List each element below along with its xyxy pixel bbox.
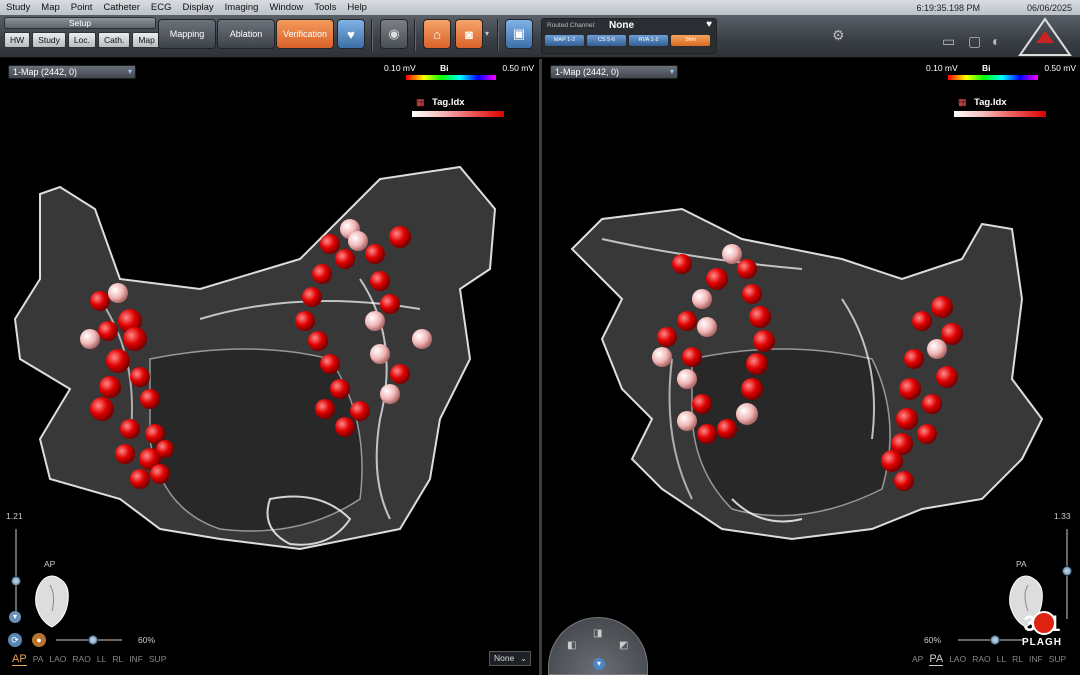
menu-ecg[interactable]: ECG <box>151 2 172 13</box>
opacity-percent-right: 60% <box>924 635 942 645</box>
view-ll[interactable]: LL <box>997 654 1006 664</box>
date: 06/06/2025 <box>1026 2 1072 13</box>
anatomy-shell-left[interactable] <box>0 59 539 675</box>
camera-icon: ◙ <box>465 26 473 42</box>
catheter-icon[interactable]: ◩ <box>619 640 628 651</box>
view-rao[interactable]: RAO <box>72 654 90 664</box>
view-inf[interactable]: INF <box>129 654 143 664</box>
opacity-slider-knob[interactable] <box>88 635 98 645</box>
menu-catheter[interactable]: Catheter <box>103 2 139 13</box>
orientation-label-left: AP <box>44 559 56 569</box>
settings-gear-icon[interactable]: ⚙ <box>832 27 845 44</box>
toolbar-separator <box>414 19 415 51</box>
hospital-logo: 301 PLAGH <box>1012 611 1072 669</box>
view-pa[interactable]: PA <box>929 653 944 666</box>
chevron-down-icon: ⌄ <box>520 654 527 663</box>
snapshot-dropdown-chevron-icon[interactable]: ▾ <box>485 29 489 38</box>
overlay-dropdown-left[interactable]: None ⌄ <box>489 651 531 666</box>
heart-small-icon: ♥ <box>706 19 712 30</box>
menu-help[interactable]: Help <box>347 2 367 13</box>
record-icon: ◉ <box>388 26 400 41</box>
zoom-value-right: 1.33 <box>1054 511 1071 521</box>
loc-button[interactable]: Loc. <box>67 32 96 48</box>
patch-icon: ▢ <box>968 33 982 49</box>
view-rl[interactable]: RL <box>112 654 123 664</box>
channel-cs-5-6[interactable]: CS 5-6 <box>587 35 626 46</box>
study-button[interactable]: Study <box>32 32 66 48</box>
opacity-percent-left: 60% <box>138 635 156 645</box>
toolbar-separator <box>497 19 498 51</box>
monitor-icon: ▣ <box>512 26 526 41</box>
map-panel-right[interactable]: 1-Map (2442, 0) ▾ 0.10 mV Bi 0.50 mV ▦ T… <box>542 59 1080 675</box>
menu-imaging[interactable]: Imaging <box>225 2 259 13</box>
verification-button[interactable]: Verification <box>276 19 334 49</box>
display-monitor-icon: ▭ <box>942 33 956 49</box>
magnet-icon: ◐ <box>992 33 1001 49</box>
setup-group: Setup HW Study Loc. Cath. Map <box>4 17 161 55</box>
chevron-down-icon[interactable]: ▾ <box>593 658 605 670</box>
zoom-value-left: 1.21 <box>6 511 23 521</box>
view-presets-left: AP PA LAO RAO LL RL INF SUP <box>12 653 166 666</box>
channel-stim[interactable]: Stim <box>671 35 710 46</box>
routed-channel-label: Routed Channel: <box>547 22 596 29</box>
menu-point[interactable]: Point <box>71 2 93 13</box>
channel-map-1-2[interactable]: MAP 1-2 <box>545 35 584 46</box>
opacity-slider-left[interactable] <box>50 634 128 646</box>
overlay-dropdown-value: None <box>494 653 515 663</box>
shell-icon: ⌂ <box>433 26 441 42</box>
map-button[interactable]: Map <box>132 32 161 48</box>
view-sup[interactable]: SUP <box>149 654 166 664</box>
routed-channel-panel: Routed Channel: None ♥ MAP 1-2 CS 5-6 RV… <box>541 18 717 54</box>
shell-view-button[interactable]: ⌂ <box>423 19 451 49</box>
menu-study[interactable]: Study <box>6 2 30 13</box>
menu-window[interactable]: Window <box>269 2 303 13</box>
status-icons: ⚙ ▭ ▢ ◐ <box>820 15 1080 58</box>
heart-icon: ♥ <box>347 26 355 42</box>
anatomy-shell-right[interactable] <box>542 59 1080 675</box>
menu-tools[interactable]: Tools <box>314 2 336 13</box>
mapping-button[interactable]: Mapping <box>158 19 216 49</box>
view-ap[interactable]: AP <box>12 653 27 666</box>
target-logo-icon <box>1032 611 1056 635</box>
triangle-logo-icon <box>1018 17 1072 56</box>
snapshot-button[interactable]: ◙ <box>455 19 483 49</box>
menu-map[interactable]: Map <box>41 2 59 13</box>
clock: 6:19:35.198 PM <box>916 2 980 13</box>
view-rao[interactable]: RAO <box>972 654 990 664</box>
view-pa[interactable]: PA <box>33 654 44 664</box>
chevron-down-icon[interactable]: ▾ <box>9 611 21 623</box>
cath-button[interactable]: Cath. <box>98 32 131 48</box>
view-lao[interactable]: LAO <box>949 654 966 664</box>
view-ll[interactable]: LL <box>97 654 106 664</box>
setup-button[interactable]: Setup <box>4 17 156 29</box>
logo-brand: PLAGH <box>1022 637 1062 648</box>
view-ap[interactable]: AP <box>912 654 923 664</box>
monitor-button[interactable]: ▣ <box>505 19 533 49</box>
record-button[interactable]: ◉ <box>380 19 408 49</box>
heart-button[interactable]: ♥ <box>337 19 365 49</box>
zoom-slider-knob[interactable] <box>11 576 21 586</box>
ablation-button[interactable]: Ablation <box>217 19 275 49</box>
opacity-slider-knob[interactable] <box>990 635 1000 645</box>
menu-bar: Study Map Point Catheter ECG Display Ima… <box>0 0 1080 15</box>
menu-display[interactable]: Display <box>182 2 213 13</box>
rotate-icon[interactable]: ⟳ <box>8 633 22 647</box>
heart-orientation-icon <box>35 575 69 628</box>
orientation-label-right: PA <box>1016 559 1027 569</box>
zoom-slider-knob[interactable] <box>1062 566 1072 576</box>
hw-button[interactable]: HW <box>4 32 31 48</box>
catheter-icon[interactable]: ◨ <box>593 628 602 639</box>
toolbar-separator <box>371 19 372 51</box>
toolbar: Setup HW Study Loc. Cath. Map Mapping Ab… <box>0 15 1080 58</box>
map-panel-left[interactable]: 1-Map (2442, 0) ▾ 0.10 mV Bi 0.50 mV ▦ T… <box>0 59 539 675</box>
view-lao[interactable]: LAO <box>49 654 66 664</box>
routed-channel-value: None <box>609 20 634 31</box>
catheter-icon[interactable]: ◧ <box>567 640 576 651</box>
lock-icon[interactable]: ● <box>32 633 46 647</box>
channel-rva-1-2[interactable]: RVA 1-2 <box>629 35 668 46</box>
